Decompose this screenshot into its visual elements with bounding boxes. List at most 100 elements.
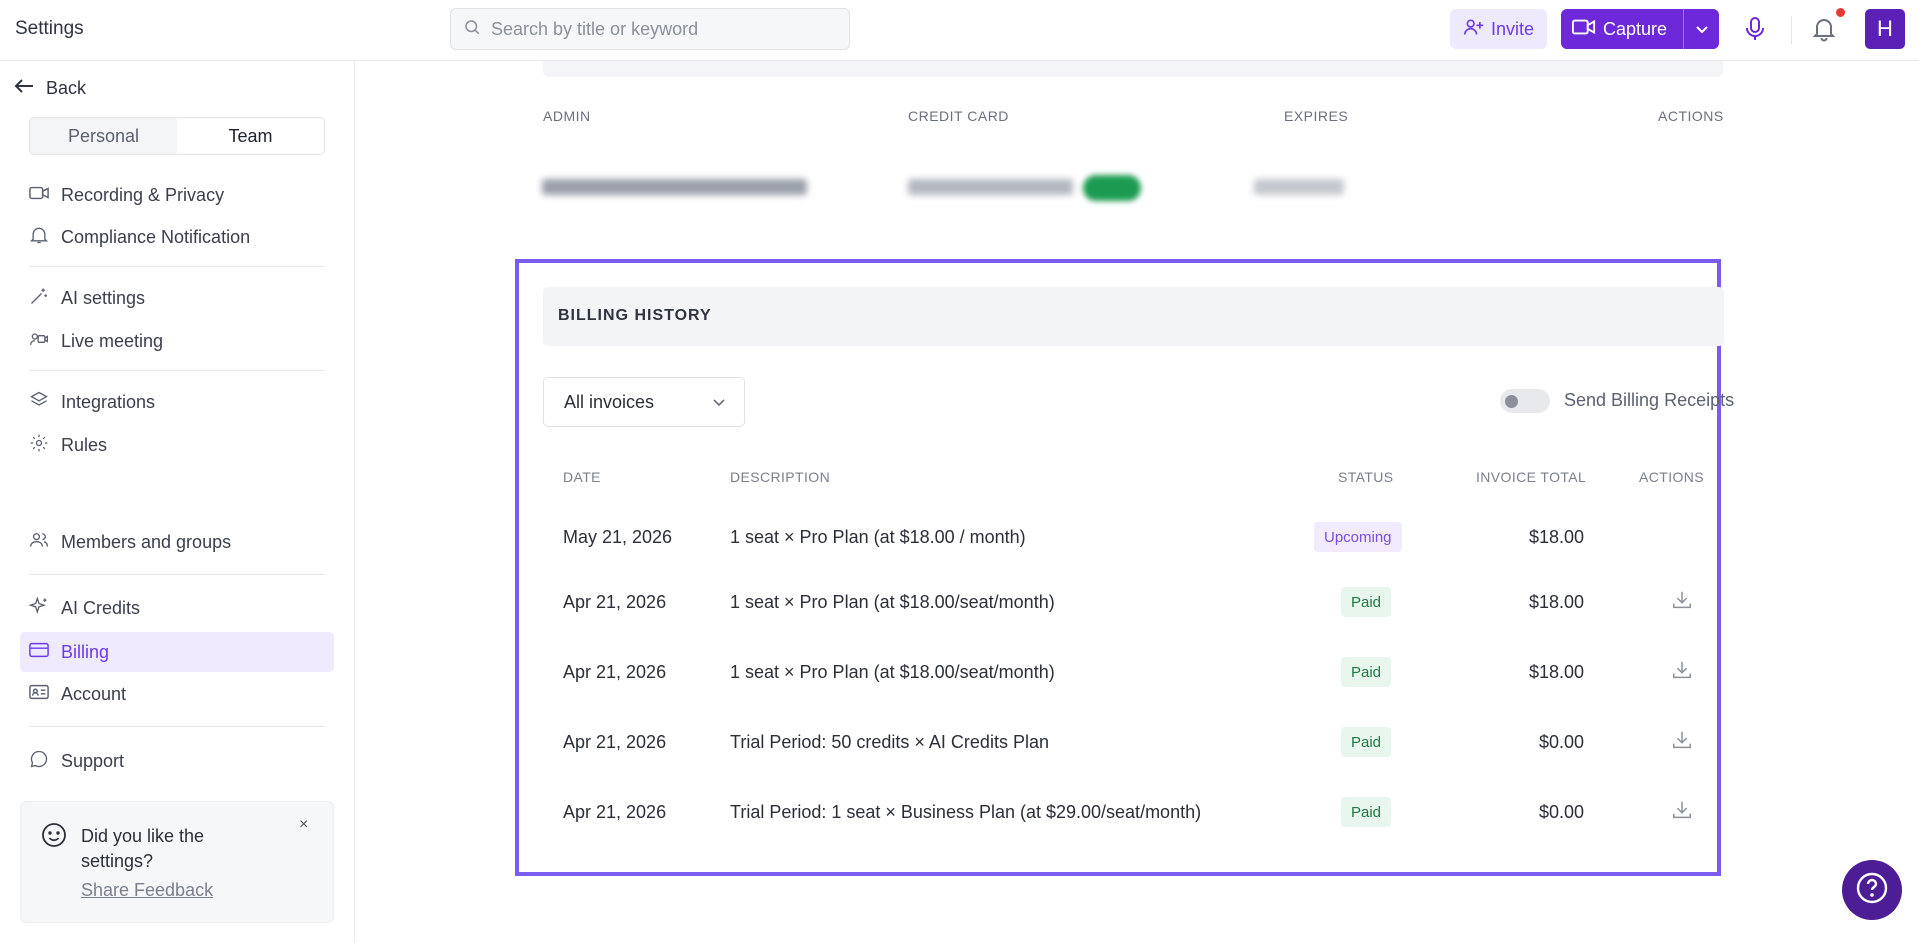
feedback-question: Did you like the settings? — [81, 826, 205, 871]
actions-column-header: ACTIONS — [1658, 108, 1724, 124]
toolbar-divider — [1791, 16, 1792, 44]
mic-icon[interactable] — [1744, 16, 1766, 47]
status-badge: Paid — [1341, 587, 1392, 617]
sidebar-item-label: Live meeting — [61, 330, 164, 351]
status-badge: Paid — [1341, 797, 1392, 827]
sidebar-item-members[interactable]: Members and groups — [29, 528, 231, 556]
sidebar-item-label: Account — [61, 683, 127, 704]
chevron-down-icon — [712, 392, 726, 413]
sidebar-item-label: Support — [61, 750, 125, 771]
invoice-total: $0.00 — [1539, 732, 1585, 752]
invoice-total: $18.00 — [1529, 527, 1585, 547]
capture-label: Capture — [1603, 18, 1668, 39]
status-column-header: STATUS — [1338, 469, 1394, 485]
page-title: Settings — [15, 18, 84, 39]
divider — [29, 574, 325, 575]
payment-card-header — [543, 61, 1723, 77]
bell-icon — [29, 225, 49, 250]
description-column-header: DESCRIPTION — [730, 469, 831, 485]
add-user-icon — [1463, 17, 1485, 42]
admin-email-redacted — [542, 179, 807, 195]
magic-wand-icon — [29, 286, 49, 311]
sidebar-item-account[interactable]: Account — [29, 680, 126, 708]
video-icon — [1572, 18, 1596, 41]
toggle-knob — [1505, 395, 1518, 408]
users-icon — [29, 530, 49, 555]
card-number-redacted — [908, 179, 1073, 195]
search-input[interactable] — [491, 18, 831, 40]
sidebar-item-recording-privacy[interactable]: Recording & Privacy — [29, 181, 224, 209]
invoice-description: 1 seat × Pro Plan (at $18.00 / month) — [730, 527, 1026, 547]
invoice-date: Apr 21, 2026 — [563, 592, 667, 612]
avatar[interactable]: H — [1865, 9, 1905, 49]
invoice-total-column-header: INVOICE TOTAL — [1476, 469, 1587, 485]
invite-button[interactable]: Invite — [1450, 9, 1547, 49]
sidebar-item-label: Compliance Notification — [61, 226, 251, 247]
meeting-icon — [29, 330, 49, 353]
credit-card-icon — [29, 642, 49, 663]
capture-button-group: Capture — [1561, 9, 1719, 49]
sidebar: Back Personal Team Recording & Privacy C… — [0, 61, 355, 943]
send-receipts-toggle[interactable] — [1500, 389, 1550, 413]
actions-column-header: ACTIONS — [1639, 469, 1705, 485]
invoice-date: Apr 21, 2026 — [563, 732, 667, 752]
status-badge: Paid — [1341, 657, 1392, 687]
sidebar-item-rules[interactable]: Rules — [29, 431, 107, 459]
smiley-icon — [41, 822, 67, 853]
billing-history-header: BILLING HISTORY — [543, 287, 1724, 346]
chevron-down-icon — [1695, 19, 1709, 40]
sidebar-item-label: Members and groups — [61, 531, 232, 552]
expires-column-header: EXPIRES — [1284, 108, 1349, 124]
invoice-description: Trial Period: 1 seat × Business Plan (at… — [730, 802, 1202, 822]
sidebar-item-ai-credits[interactable]: AI Credits — [28, 594, 141, 622]
sparkle-icon — [28, 595, 49, 621]
share-feedback-link[interactable]: Share Feedback — [81, 880, 213, 901]
back-link[interactable]: Back — [14, 78, 86, 99]
close-icon[interactable]: × — [299, 816, 308, 834]
chat-bubble-icon — [29, 749, 49, 774]
download-icon[interactable] — [1671, 659, 1693, 686]
billing-history-title: BILLING HISTORY — [558, 307, 712, 324]
sidebar-item-label: Billing — [61, 641, 110, 662]
download-icon[interactable] — [1671, 799, 1693, 826]
admin-column-header: ADMIN — [543, 108, 591, 124]
top-bar: Settings Invite Capture H — [0, 0, 1919, 61]
sidebar-item-support[interactable]: Support — [29, 747, 124, 775]
invoice-date: Apr 21, 2026 — [563, 802, 667, 822]
tab-personal[interactable]: Personal — [30, 118, 177, 154]
sidebar-item-label: Rules — [61, 434, 108, 455]
status-badge: Upcoming — [1314, 522, 1402, 552]
video-icon — [29, 185, 49, 206]
invoice-date: May 21, 2026 — [563, 527, 673, 547]
invoice-description: 1 seat × Pro Plan (at $18.00/seat/month) — [730, 662, 1055, 682]
divider — [29, 726, 325, 727]
layers-icon — [29, 390, 49, 415]
credit-card-column-header: CREDIT CARD — [908, 108, 1009, 124]
sidebar-item-label: Integrations — [61, 391, 156, 412]
card-status-badge — [1083, 175, 1141, 201]
sidebar-item-label: AI settings — [61, 287, 146, 308]
capture-options-button[interactable] — [1683, 9, 1719, 49]
invoice-filter-select[interactable]: All invoices — [543, 377, 745, 427]
sidebar-item-compliance[interactable]: Compliance Notification — [29, 223, 250, 251]
sidebar-item-billing[interactable]: Billing — [29, 638, 109, 666]
sidebar-item-live-meeting[interactable]: Live meeting — [29, 327, 163, 355]
sidebar-item-label: AI Credits — [61, 597, 141, 618]
invoice-total: $18.00 — [1529, 662, 1585, 682]
tab-team[interactable]: Team — [177, 118, 324, 154]
help-button[interactable] — [1842, 860, 1902, 920]
bell-icon[interactable] — [1812, 16, 1836, 47]
sidebar-item-integrations[interactable]: Integrations — [29, 388, 155, 416]
capture-button[interactable]: Capture — [1561, 9, 1683, 49]
invoice-total: $0.00 — [1539, 802, 1585, 822]
search-box[interactable] — [450, 8, 850, 50]
date-column-header: DATE — [563, 469, 601, 485]
download-icon[interactable] — [1671, 729, 1693, 756]
sidebar-item-ai-settings[interactable]: AI settings — [29, 284, 145, 312]
search-icon — [463, 18, 481, 41]
billing-history-highlight — [515, 259, 1721, 876]
id-card-icon — [29, 684, 49, 705]
main-content: ADMIN CREDIT CARD EXPIRES ACTIONS BILLIN… — [356, 61, 1919, 943]
download-icon[interactable] — [1671, 589, 1693, 616]
feedback-card: Did you like the settings? Share Feedbac… — [20, 801, 334, 923]
